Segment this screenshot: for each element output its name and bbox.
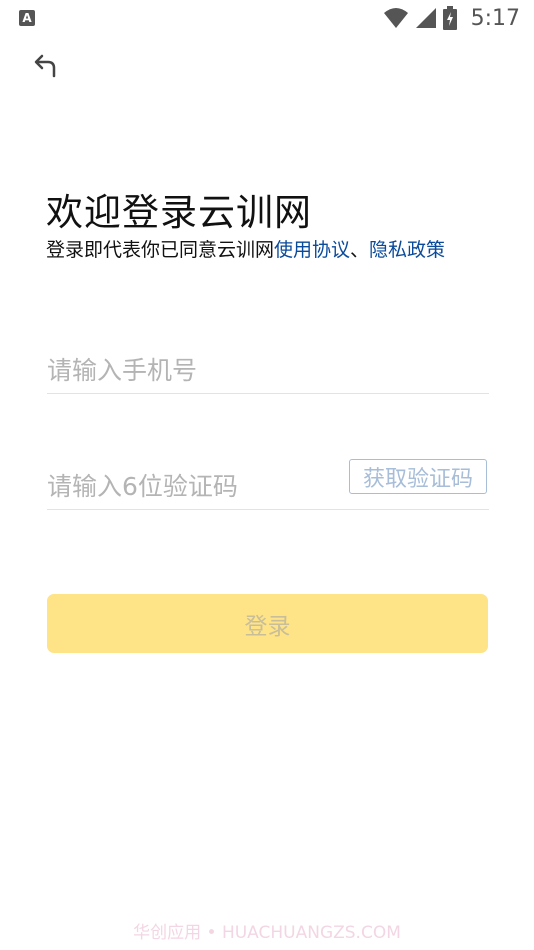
app-notification-icon: A [19, 10, 35, 26]
system-icons: 5:17 [383, 4, 520, 32]
signal-icon [415, 8, 436, 28]
privacy-link[interactable]: 隐私政策 [369, 239, 445, 261]
login-button[interactable]: 登录 [47, 594, 488, 653]
battery-icon [442, 6, 457, 30]
phone-field-container [47, 347, 489, 394]
watermark: 华创应用 • HUACHUANGZS.COM [133, 923, 401, 943]
terms-link[interactable]: 使用协议 [274, 239, 350, 261]
back-arrow-icon [34, 54, 56, 78]
code-field-container: 获取验证码 [47, 459, 489, 510]
wifi-icon [383, 8, 408, 28]
page-title: 欢迎登录云训网 [46, 191, 312, 234]
agreement-prefix: 登录即代表你已同意云训网 [46, 239, 275, 261]
clock: 5:17 [470, 5, 520, 31]
back-button[interactable] [30, 50, 62, 82]
agreement-separator: 、 [350, 239, 370, 261]
verification-code-input[interactable] [47, 463, 327, 509]
status-bar: A 5:17 [0, 0, 534, 36]
agreement-text: 登录即代表你已同意云训网使用协议、隐私政策 [46, 235, 445, 262]
get-code-button[interactable]: 获取验证码 [349, 459, 487, 494]
phone-input[interactable] [47, 347, 327, 393]
